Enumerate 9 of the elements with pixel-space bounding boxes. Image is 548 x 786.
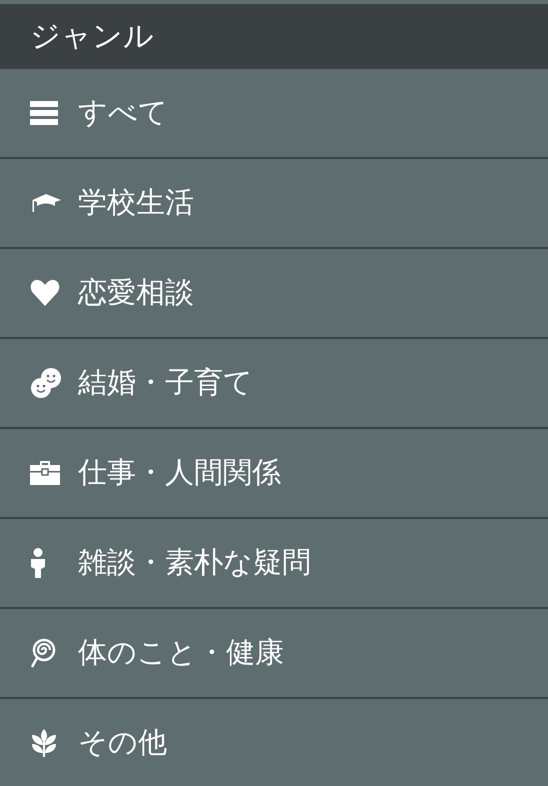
heart-icon <box>30 279 60 307</box>
graduation-cap-icon <box>30 192 62 214</box>
header-title: ジャンル <box>30 18 154 56</box>
list-icon <box>30 101 58 125</box>
briefcase-icon <box>30 461 60 485</box>
smiley-faces-icon <box>30 367 62 399</box>
sprout-icon <box>30 729 58 757</box>
lollipop-icon <box>30 638 56 668</box>
person-icon <box>30 548 46 578</box>
